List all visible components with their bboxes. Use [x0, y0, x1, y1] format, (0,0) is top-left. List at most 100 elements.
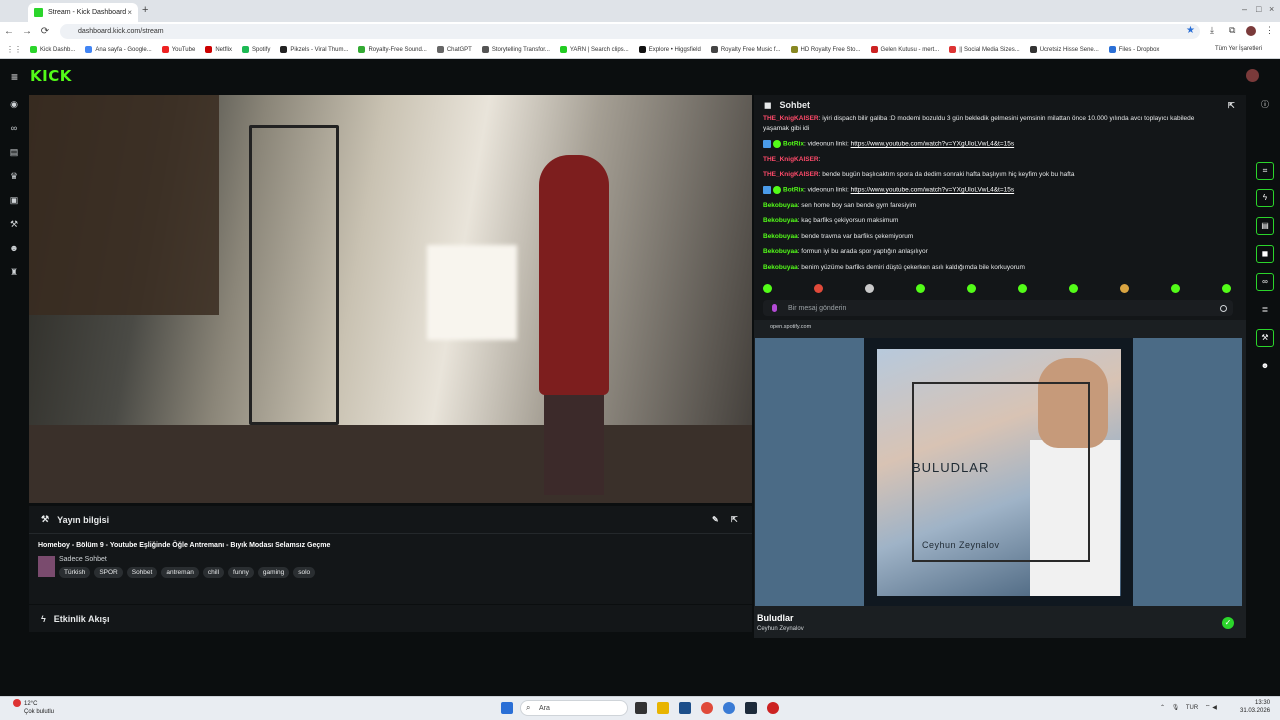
emote-icon[interactable] — [967, 284, 976, 293]
download-icon[interactable]: ⤓ — [1210, 25, 1214, 36]
stream-tag[interactable]: Sohbet — [126, 567, 158, 578]
trophy-icon[interactable]: ♛ — [8, 170, 20, 182]
bookmark-item[interactable]: Storytelling Transfor... — [481, 46, 550, 53]
app-icon[interactable] — [723, 702, 735, 714]
app-icon-2[interactable] — [767, 702, 779, 714]
bookmark-item[interactable]: || Social Media Sizes... — [949, 46, 1020, 53]
close-tab-icon[interactable]: × — [127, 8, 132, 17]
store-icon[interactable] — [679, 702, 691, 714]
back-icon[interactable]: ← — [0, 26, 18, 37]
song-title[interactable]: Buludlar — [757, 613, 794, 623]
chat-link[interactable]: https://www.youtube.com/watch?v=YXgUloLV… — [851, 187, 1015, 194]
bookmark-item[interactable]: YARN | Search clips... — [559, 46, 629, 53]
users-icon[interactable]: ☻ — [1258, 359, 1272, 373]
chat-popout-icon[interactable]: ⇱ — [1228, 101, 1235, 110]
chevron-up-icon[interactable]: ⌃ — [1160, 705, 1165, 711]
notes-icon[interactable]: ▤ — [1256, 217, 1274, 235]
bookmark-item[interactable]: Pikzels - Viral Thum... — [280, 46, 348, 53]
file-explorer-icon[interactable] — [657, 702, 669, 714]
emote-icon[interactable] — [1018, 284, 1027, 293]
taskbar-search[interactable]: ⌕ Ara — [520, 700, 628, 716]
link-icon[interactable]: ∞ — [1256, 273, 1274, 291]
all-bookmarks[interactable]: Tüm Yer İşaretleri — [1215, 46, 1262, 52]
chrome-icon[interactable] — [701, 702, 713, 714]
bookmark-item[interactable]: YouTube — [161, 46, 195, 53]
start-icon[interactable] — [501, 702, 513, 714]
chat-username[interactable]: Bekobuyaa — [763, 248, 798, 255]
chat-username[interactable]: THE_KnigKAISER — [763, 115, 819, 122]
layers-icon[interactable]: ≣ — [1258, 303, 1272, 317]
bookmark-item[interactable]: Ücretsiz Hisse Sene... — [1029, 46, 1099, 53]
language[interactable]: TUR — [1186, 705, 1198, 711]
bookmark-item[interactable]: Spotify — [241, 46, 270, 53]
user-avatar[interactable] — [1246, 69, 1259, 82]
stream-tag[interactable]: solo — [293, 567, 316, 578]
bookmark-item[interactable]: Kick Dashb... — [30, 46, 75, 53]
url-input[interactable]: dashboard.kick.com/stream — [60, 24, 1200, 39]
emoji-icon[interactable] — [1220, 305, 1227, 312]
bookmark-item[interactable]: Royalty Free Music f... — [710, 46, 781, 53]
system-tray[interactable]: ⌃ 🎙 TUR ⌔ ◀ — [1160, 703, 1217, 711]
chat-username[interactable]: Bekobuyaa — [763, 202, 798, 209]
link-icon[interactable]: ∞ — [8, 122, 20, 134]
close-window-icon[interactable]: × — [1269, 4, 1274, 14]
obs-icon[interactable] — [745, 702, 757, 714]
stream-video[interactable] — [29, 95, 752, 503]
stream-tag[interactable]: chill — [202, 567, 225, 578]
chat-username[interactable]: THE_KnigKAISER — [763, 171, 819, 178]
reload-icon[interactable]: ⟳ — [36, 26, 54, 37]
stream-tag[interactable]: SPOR — [94, 567, 123, 578]
kick-logo[interactable]: KICK — [30, 67, 72, 85]
stream-tag[interactable]: gaming — [257, 567, 290, 578]
emote-icon[interactable] — [1120, 284, 1129, 293]
stream-tag[interactable]: Türkish — [59, 567, 91, 578]
extensions-icon[interactable]: ⧉ — [1229, 25, 1235, 36]
chat-input[interactable]: Bir mesaj gönderin — [763, 300, 1233, 316]
emote-icon[interactable] — [1222, 284, 1231, 293]
bookmark-item[interactable]: HD Royalty Free Sto... — [790, 46, 861, 53]
chat-username[interactable]: Bekobuyaa — [763, 233, 798, 240]
community-icon[interactable]: ☻ — [8, 242, 20, 254]
chat-username[interactable]: BotRix — [783, 141, 804, 148]
emote-icon[interactable] — [916, 284, 925, 293]
chat-username[interactable]: BotRix — [783, 187, 804, 194]
maximize-icon[interactable]: □ — [1256, 4, 1261, 14]
emote-icon[interactable] — [1069, 284, 1078, 293]
bookmark-item[interactable]: Ana sayfa - Google... — [85, 46, 152, 53]
info-icon[interactable]: ⓘ — [1258, 98, 1272, 112]
wrench-icon[interactable]: ⚒ — [1256, 329, 1274, 347]
bookmark-star-icon[interactable]: ★ — [1186, 25, 1195, 36]
lightning-icon[interactable]: ϟ — [1256, 189, 1274, 207]
chat-username[interactable]: Bekobuyaa — [763, 217, 798, 224]
wrench-icon[interactable]: ⚒ — [8, 218, 20, 230]
mic-icon[interactable] — [772, 304, 777, 312]
chat-link[interactable]: https://www.youtube.com/watch?v=YXgUloLV… — [851, 141, 1015, 148]
analytics-icon[interactable]: ▤ — [8, 146, 20, 158]
stream-tag[interactable]: funny — [228, 567, 254, 578]
stream-icon[interactable]: ◉ — [8, 98, 20, 110]
taskbar-clock[interactable]: 13:30 31.03.2026 — [1240, 699, 1270, 715]
emote-icon[interactable] — [814, 284, 823, 293]
stream-tag[interactable]: antreman — [161, 567, 199, 578]
emote-icon[interactable] — [1171, 284, 1180, 293]
stream-category[interactable]: Sadece Sohbet — [59, 556, 107, 563]
browser-tab[interactable]: Stream - Kick Dashboard × — [28, 3, 138, 22]
bookmark-item[interactable]: Royalty-Free Sound... — [358, 46, 427, 53]
new-tab-icon[interactable]: + — [142, 4, 148, 16]
crop-icon[interactable]: ⌗ — [1256, 162, 1274, 180]
edit-icon[interactable]: ✎ — [712, 515, 719, 524]
bookmark-item[interactable]: Netflix — [205, 46, 232, 53]
bookmark-item[interactable]: Files - Dropbox — [1108, 46, 1159, 53]
emote-icon[interactable] — [763, 284, 772, 293]
profile-avatar[interactable] — [1246, 26, 1256, 36]
moderation-icon[interactable]: ♜ — [8, 266, 20, 278]
chat-username[interactable]: Bekobuyaa — [763, 264, 798, 271]
hamburger-menu-icon[interactable]: ≡ — [11, 70, 18, 84]
emote-icon[interactable] — [865, 284, 874, 293]
bookmark-item[interactable]: ChatGPT — [436, 46, 472, 53]
chat-username[interactable]: THE_KnigKAISER — [763, 156, 819, 163]
bookmark-item[interactable]: Explore • Higgsfield — [638, 46, 701, 53]
apps-grid-icon[interactable]: ⋮⋮ — [6, 45, 22, 54]
saved-check-icon[interactable]: ✓ — [1222, 617, 1234, 629]
monetization-icon[interactable]: ▣ — [8, 194, 20, 206]
